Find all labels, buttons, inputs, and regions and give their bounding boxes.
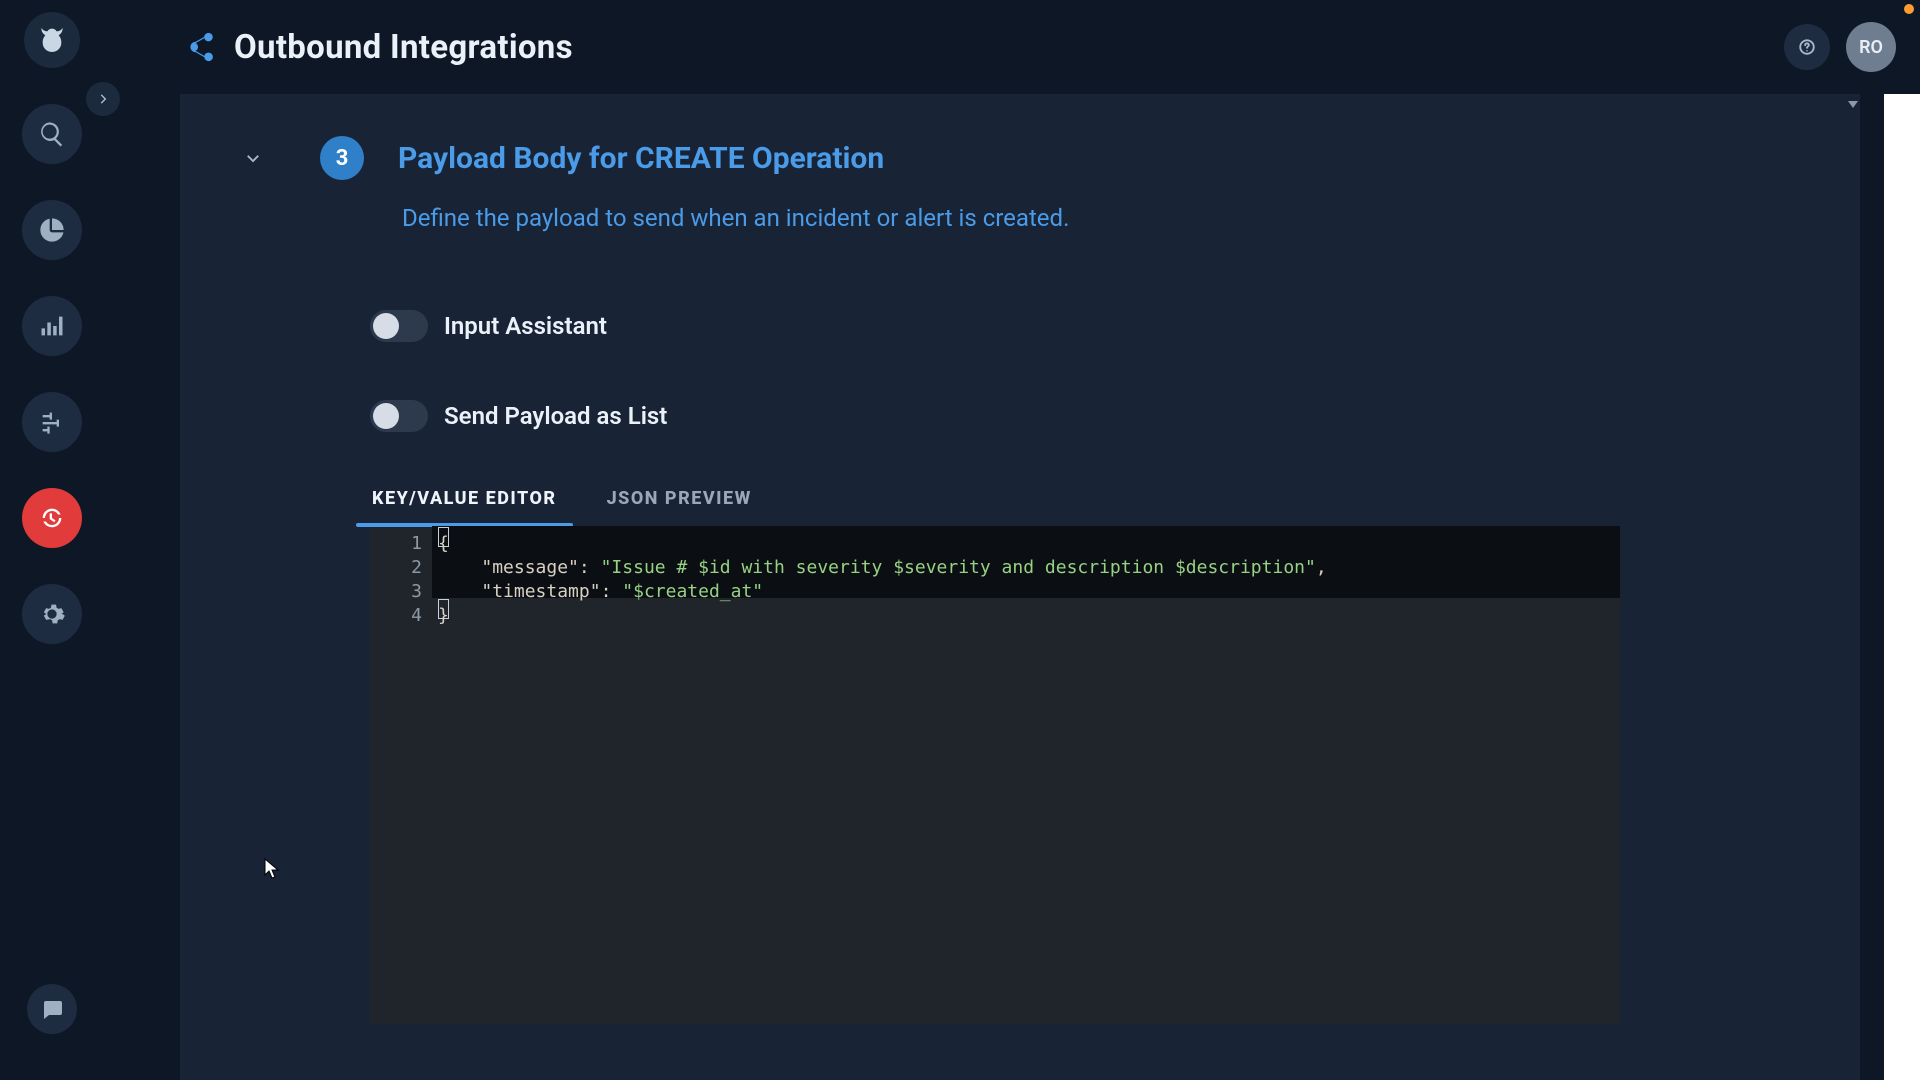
page-title: Outbound Integrations xyxy=(234,28,573,67)
collapse-step-button[interactable] xyxy=(238,143,268,173)
chat-icon xyxy=(40,997,64,1021)
gear-icon xyxy=(38,600,66,628)
editor-code-area[interactable]: { "message": "Issue # $id with severity … xyxy=(432,526,1620,1024)
tab-json-preview[interactable]: JSON PREVIEW xyxy=(605,478,754,525)
share-icon xyxy=(180,27,220,67)
step-number-badge: 3 xyxy=(320,136,364,180)
input-assistant-toggle[interactable] xyxy=(370,310,428,342)
send-as-list-toggle[interactable] xyxy=(370,400,428,432)
send-as-list-label: Send Payload as List xyxy=(444,402,667,430)
sync-icon xyxy=(38,504,66,532)
step-header: 3 Payload Body for CREATE Operation xyxy=(238,136,1770,180)
input-assistant-row: Input Assistant xyxy=(370,310,1770,342)
payload-editor[interactable]: 1 2 3 4 { "message": "Issue # $id with s… xyxy=(370,526,1620,1024)
search-icon xyxy=(38,120,66,148)
editor-gutter: 1 2 3 4 xyxy=(370,526,432,1024)
chevron-down-icon xyxy=(244,149,262,167)
fold-arrow-icon[interactable] xyxy=(1848,101,1858,108)
page-header: Outbound Integrations RO xyxy=(180,22,1896,72)
editor-tabs: KEY/VALUE EDITOR JSON PREVIEW xyxy=(370,478,1770,526)
bull-icon xyxy=(36,24,68,56)
nav-integrations[interactable] xyxy=(22,488,82,548)
user-avatar[interactable]: RO xyxy=(1846,22,1896,72)
tab-key-value-editor[interactable]: KEY/VALUE EDITOR xyxy=(370,478,559,525)
nav-settings[interactable] xyxy=(22,584,82,644)
brand-logo[interactable] xyxy=(24,12,80,68)
step-title: Payload Body for CREATE Operation xyxy=(398,141,884,176)
main-content: 3 Payload Body for CREATE Operation Defi… xyxy=(180,94,1860,1080)
right-gutter xyxy=(1884,94,1920,1080)
sliders-icon xyxy=(38,408,66,436)
window-notification-dot xyxy=(1904,4,1914,14)
nav-chat[interactable] xyxy=(27,984,77,1034)
input-assistant-label: Input Assistant xyxy=(444,312,607,340)
expand-sidebar-button[interactable] xyxy=(86,82,120,116)
send-as-list-row: Send Payload as List xyxy=(370,400,1770,432)
bar-chart-icon xyxy=(38,312,66,340)
nav-tuning[interactable] xyxy=(22,392,82,452)
nav-rail xyxy=(0,0,104,1080)
nav-metrics[interactable] xyxy=(22,296,82,356)
editor-cursor xyxy=(438,599,449,619)
help-icon xyxy=(1798,38,1816,56)
pie-chart-icon xyxy=(38,216,66,244)
nav-search[interactable] xyxy=(22,104,82,164)
nav-analytics[interactable] xyxy=(22,200,82,260)
step-description: Define the payload to send when an incid… xyxy=(402,204,1770,232)
chevron-right-icon xyxy=(96,92,110,106)
help-button[interactable] xyxy=(1784,24,1830,70)
